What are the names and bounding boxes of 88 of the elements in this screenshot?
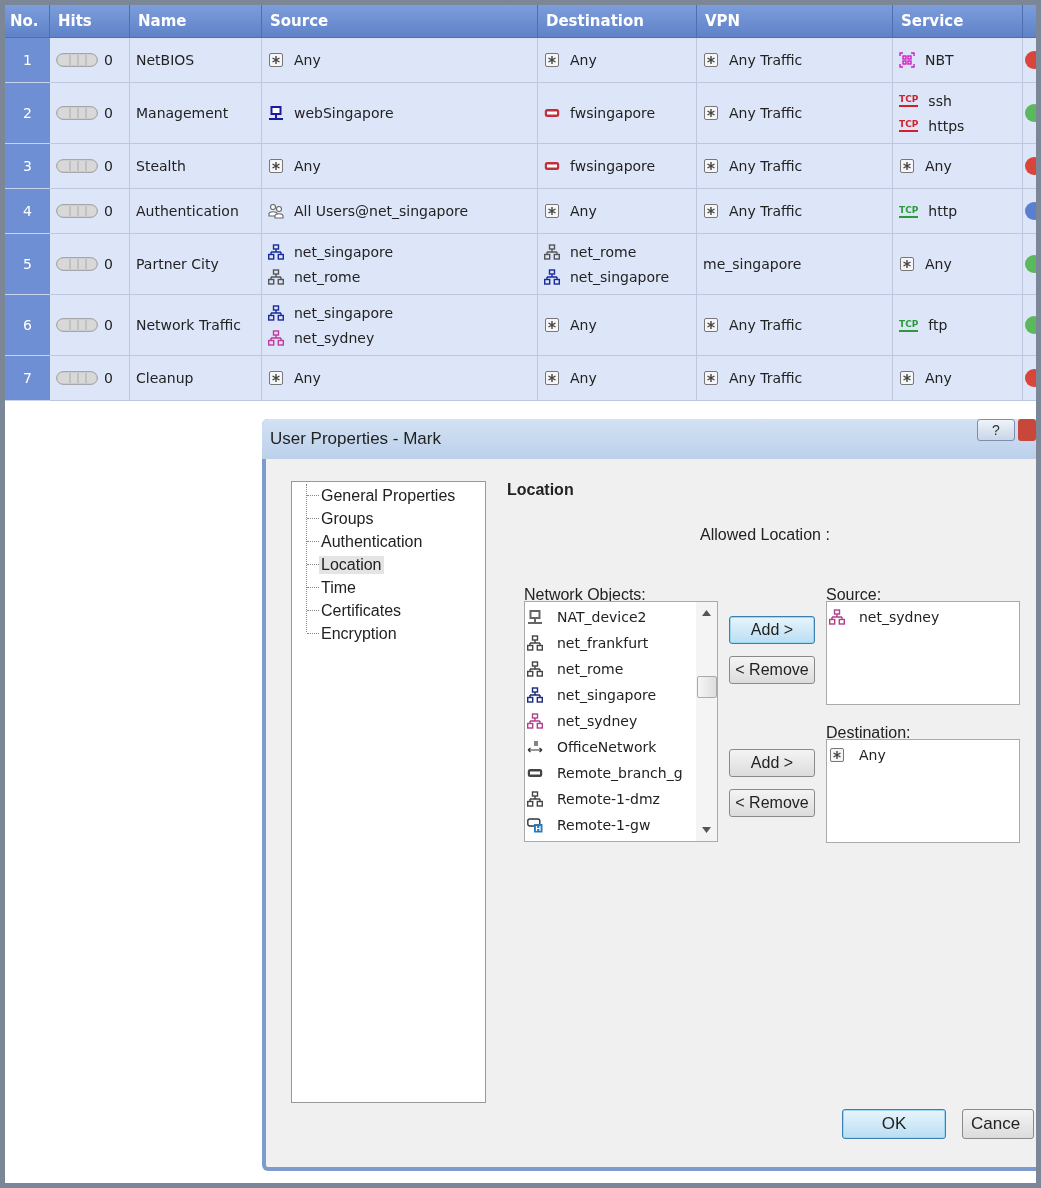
hit-count: 0 [104,256,113,272]
list-item[interactable]: net_sydney [557,713,638,729]
object-name: Any Traffic [729,105,803,121]
add-button[interactable]: Add > [729,749,815,777]
rule-number: 5 [5,234,50,295]
hit-count: 0 [104,370,113,386]
object-name: http [928,203,958,219]
tree-item[interactable]: General Properties [319,486,458,505]
tree-item[interactable]: Groups [319,509,376,528]
list-item[interactable]: OfficeNetwork [557,739,657,755]
object-name: Any Traffic [729,158,803,174]
hit-count: 0 [104,52,113,68]
object-name: fwsingapore [570,105,656,121]
object-name: net_singapore [570,268,669,285]
list-item[interactable]: Remote_branch_g [557,765,683,781]
object-name: net_rome [570,243,637,260]
object-name: Any Traffic [729,52,803,68]
window-title: User Properties - Mark [270,429,441,449]
source-label: Source: [826,586,883,602]
object-name: Any [570,52,597,68]
object-name: Any [294,52,321,68]
object-name: Any [570,370,597,386]
rule-number: 2 [5,83,50,144]
list-item[interactable]: net_sydney [859,609,940,625]
hit-count: 0 [104,203,113,219]
hit-count: 0 [104,158,113,174]
list-item[interactable]: net_rome [557,661,624,677]
object-name: me_singapore [703,256,802,272]
object-name: Any [925,158,952,174]
object-name: ssh [928,92,952,109]
object-name: net_singapore [294,304,393,321]
hit-count: 0 [104,105,113,121]
list-item[interactable]: Any [859,747,886,763]
remove-button[interactable]: < Remove [729,789,815,817]
object-name: Any [925,256,952,272]
object-name: Any [570,317,597,333]
add-button[interactable]: Add > [729,616,815,644]
object-name: webSingapore [294,105,394,121]
rule-number: 1 [5,38,50,83]
list-item[interactable]: Remote-1-gw [557,817,651,833]
rule-name: Network Traffic [136,317,241,333]
rule-name: Stealth [136,158,186,174]
allowed-location-label: Allowed Location : [700,526,831,544]
object-name: fwsingapore [570,158,656,174]
section-title: Location [507,481,575,499]
rule-number: 3 [5,144,50,189]
protocol-label: TCP [899,94,919,107]
rule-name: Cleanup [136,370,194,386]
object-name: Any [294,158,321,174]
object-name: All Users@net_singapore [294,203,469,219]
tree-item[interactable]: Time [319,578,358,597]
object-name: net_sydney [294,329,375,346]
tree-item[interactable]: Certificates [319,601,404,620]
object-name: net_singapore [294,243,393,260]
object-name: Any Traffic [729,203,803,219]
object-name: ftp [928,317,948,333]
hit-count: 0 [104,317,113,333]
list-item[interactable]: net_frankfurt [557,635,649,651]
object-name: Any [570,203,597,219]
rule-number: 6 [5,295,50,356]
rule-number: 4 [5,189,50,234]
tree-item[interactable]: Authentication [319,532,425,551]
rule-name: Authentication [136,203,239,219]
network-objects-label: Network Objects: [524,586,647,602]
tree-item[interactable]: Location [319,555,384,574]
rule-name: NetBIOS [136,52,195,68]
rule-name: Management [136,105,229,121]
remove-button[interactable]: < Remove [729,656,815,684]
protocol-label: TCP [899,318,919,332]
destination-label: Destination: [826,724,912,740]
help-button[interactable]: ? [977,419,1015,441]
object-name: https [928,117,965,134]
object-name: NBT [925,52,954,68]
object-name: Any [294,370,321,386]
protocol-label: TCP [899,119,919,132]
list-item[interactable]: net_singapore [557,687,656,703]
object-name: Any Traffic [729,317,803,333]
list-item[interactable]: Remote-1-dmz [557,791,660,807]
object-name: Any Traffic [729,370,803,386]
list-item[interactable]: NAT_device2 [557,609,647,625]
rule-number: 7 [5,356,50,401]
protocol-label: TCP [899,204,919,218]
rule-name: Partner City [136,256,219,272]
ok-button[interactable]: OK [842,1109,946,1139]
object-name: Any [925,370,952,386]
tree-item[interactable]: Encryption [319,624,399,643]
object-name: net_rome [294,268,361,285]
cancel-button[interactable]: Cance [962,1109,1034,1139]
